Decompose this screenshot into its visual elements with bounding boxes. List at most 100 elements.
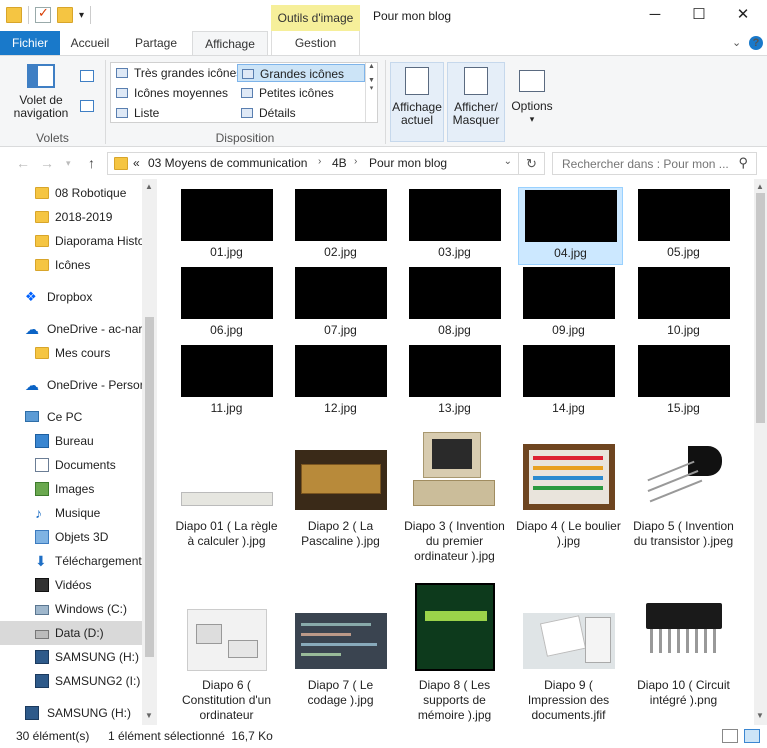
nav-item[interactable]: 2018-2019 bbox=[0, 205, 142, 229]
search-input[interactable] bbox=[553, 153, 728, 174]
file-tile[interactable]: 05.jpg bbox=[631, 189, 736, 260]
file-tile[interactable]: 03.jpg bbox=[402, 189, 507, 260]
search-box[interactable]: ⚲ bbox=[552, 152, 757, 175]
file-name: 01.jpg bbox=[210, 245, 243, 259]
preview-pane-icon[interactable] bbox=[80, 70, 94, 82]
layout-extra-large-icons[interactable]: Très grandes icônes bbox=[112, 64, 242, 82]
address-bar[interactable]: « 03 Moyens de communication › 4B › Pour… bbox=[107, 152, 519, 175]
file-tile[interactable]: 09.jpg bbox=[516, 267, 621, 338]
file-tile[interactable]: 07.jpg bbox=[288, 267, 393, 338]
file-tile[interactable]: 12.jpg bbox=[288, 345, 393, 416]
nav-item[interactable]: Diaporama Histo bbox=[0, 229, 142, 253]
nav-item[interactable]: SAMSUNG (H:) bbox=[0, 645, 142, 669]
nav-item[interactable]: ☁ OneDrive - Persor bbox=[0, 373, 142, 397]
nav-item[interactable]: Data (D:) bbox=[0, 621, 142, 645]
details-view-icon[interactable] bbox=[722, 729, 738, 743]
file-tile[interactable]: Diapo 3 ( Invention du premier ordinateu… bbox=[402, 424, 507, 564]
nav-item[interactable]: Bureau bbox=[0, 429, 142, 453]
file-tile[interactable]: Diapo 6 ( Constitution d'un ordinateur bbox=[174, 583, 279, 723]
tab-share[interactable]: Partage bbox=[124, 31, 188, 55]
file-tile[interactable]: 11.jpg bbox=[174, 345, 279, 416]
current-view-button[interactable]: Affichage actuel bbox=[390, 62, 444, 142]
nav-item[interactable]: ♪ Musique bbox=[0, 501, 142, 525]
file-tile[interactable]: Diapo 5 ( Invention du transistor ).jpeg bbox=[631, 424, 736, 549]
minimize-button[interactable]: ─ bbox=[633, 2, 677, 28]
layout-small-icons[interactable]: Petites icônes bbox=[237, 84, 365, 102]
scroll-up-icon[interactable]: ▲ bbox=[756, 182, 764, 191]
nav-item[interactable]: Objets 3D bbox=[0, 525, 142, 549]
forward-arrow-icon[interactable]: → bbox=[40, 155, 54, 171]
file-tile[interactable]: 14.jpg bbox=[516, 345, 621, 416]
navigation-pane-button[interactable]: Volet de navigation bbox=[8, 64, 74, 120]
scroll-down-icon[interactable]: ▼ bbox=[756, 711, 764, 720]
show-hide-button[interactable]: Afficher/ Masquer bbox=[447, 62, 505, 142]
file-tile[interactable]: 13.jpg bbox=[402, 345, 507, 416]
file-tile[interactable]: 06.jpg bbox=[174, 267, 279, 338]
breadcrumb-separator-icon[interactable]: › bbox=[354, 156, 357, 167]
nav-item[interactable]: Icônes bbox=[0, 253, 142, 277]
nav-item[interactable]: Ce PC bbox=[0, 405, 142, 429]
tab-view[interactable]: Affichage bbox=[192, 31, 268, 56]
nav-item[interactable]: Documents bbox=[0, 453, 142, 477]
breadcrumb-item[interactable]: 03 Moyens de communication bbox=[148, 156, 307, 170]
scrollbar-thumb[interactable] bbox=[756, 193, 765, 423]
nav-item-label: SAMSUNG (H:) bbox=[47, 706, 131, 720]
file-tile[interactable]: 02.jpg bbox=[288, 189, 393, 260]
breadcrumb-separator-icon[interactable]: › bbox=[318, 156, 321, 167]
up-arrow-icon[interactable]: ↑ bbox=[88, 155, 95, 171]
nav-item[interactable]: 08 Robotique bbox=[0, 181, 142, 205]
layout-details[interactable]: Détails bbox=[237, 104, 365, 122]
dropbox-icon: ❖ bbox=[25, 289, 37, 304]
file-tile[interactable]: Diapo 9 ( Impression des documents.jfif bbox=[516, 583, 621, 723]
nav-item[interactable]: Images bbox=[0, 477, 142, 501]
nav-item[interactable]: ⬇ Téléchargement bbox=[0, 549, 142, 573]
nav-item[interactable]: SAMSUNG (H:) bbox=[0, 701, 142, 725]
nav-item[interactable]: ❖ Dropbox bbox=[0, 285, 142, 309]
nav-item[interactable]: ☁ OneDrive - ac-nar bbox=[0, 317, 142, 341]
layout-list[interactable]: Liste bbox=[112, 104, 236, 122]
nav-item[interactable]: SAMSUNG2 (I:) bbox=[0, 669, 142, 693]
layout-gallery-scroll[interactable]: ▲ ▼ ▾ bbox=[365, 63, 377, 122]
nav-pane-scrollbar[interactable]: ▲ ▼ bbox=[142, 179, 157, 725]
recent-locations-chevron-icon[interactable]: ▾ bbox=[66, 158, 71, 169]
maximize-button[interactable]: ☐ bbox=[677, 2, 721, 28]
file-tile[interactable]: 08.jpg bbox=[402, 267, 507, 338]
tab-file[interactable]: Fichier bbox=[0, 31, 60, 55]
details-pane-icon[interactable] bbox=[80, 100, 94, 112]
file-view-scrollbar[interactable]: ▲ ▼ bbox=[754, 179, 767, 725]
nav-item[interactable]: Windows (C:) bbox=[0, 597, 142, 621]
options-button[interactable]: Options ▾ bbox=[508, 62, 556, 126]
collapse-ribbon-chevron-icon[interactable]: ⌄ bbox=[732, 36, 741, 49]
file-tile[interactable]: Diapo 2 ( La Pascaline ).jpg bbox=[288, 424, 393, 549]
file-tile[interactable]: 10.jpg bbox=[631, 267, 736, 338]
nav-item[interactable]: Mes cours bbox=[0, 341, 142, 365]
file-tile[interactable]: 01.jpg bbox=[174, 189, 279, 260]
scrollbar-thumb[interactable] bbox=[145, 317, 154, 657]
file-tile[interactable]: Diapo 01 ( La règle à calculer ).jpg bbox=[174, 424, 279, 549]
tab-manage[interactable]: Gestion bbox=[271, 31, 360, 55]
scroll-up-icon[interactable]: ▲ bbox=[145, 182, 153, 191]
breadcrumb-item[interactable]: Pour mon blog bbox=[369, 156, 447, 170]
close-button[interactable]: ✕ bbox=[721, 2, 765, 28]
large-icons-view-icon[interactable] bbox=[744, 729, 760, 743]
customize-toolbar-chevron-icon[interactable]: ▾ bbox=[79, 10, 84, 21]
layout-large-icons[interactable]: Grandes icônes bbox=[237, 64, 365, 82]
file-tile[interactable]: Diapo 7 ( Le codage ).jpg bbox=[288, 583, 393, 708]
breadcrumb-item[interactable]: 4B bbox=[332, 156, 347, 170]
new-folder-icon[interactable] bbox=[57, 7, 73, 23]
file-tile[interactable]: 15.jpg bbox=[631, 345, 736, 416]
file-tile[interactable]: Diapo 4 ( Le boulier ).jpg bbox=[516, 424, 621, 549]
breadcrumb-overflow[interactable]: « bbox=[133, 156, 140, 170]
address-dropdown-chevron-icon[interactable]: ⌄ bbox=[504, 156, 512, 167]
file-tile-selected[interactable]: 04.jpg bbox=[518, 187, 623, 265]
tab-home[interactable]: Accueil bbox=[60, 31, 120, 55]
refresh-button[interactable]: ↻ bbox=[519, 152, 545, 175]
layout-medium-icons[interactable]: Icônes moyennes bbox=[112, 84, 236, 102]
scroll-down-icon[interactable]: ▼ bbox=[145, 711, 153, 720]
properties-icon[interactable] bbox=[35, 5, 51, 23]
file-tile[interactable]: Diapo 8 ( Les supports de mémoire ).jpg bbox=[402, 583, 507, 723]
file-tile[interactable]: Diapo 10 ( Circuit intégré ).png bbox=[631, 583, 736, 708]
help-icon[interactable]: ? bbox=[749, 36, 763, 50]
back-arrow-icon[interactable]: ← bbox=[16, 155, 30, 171]
nav-item[interactable]: Vidéos bbox=[0, 573, 142, 597]
